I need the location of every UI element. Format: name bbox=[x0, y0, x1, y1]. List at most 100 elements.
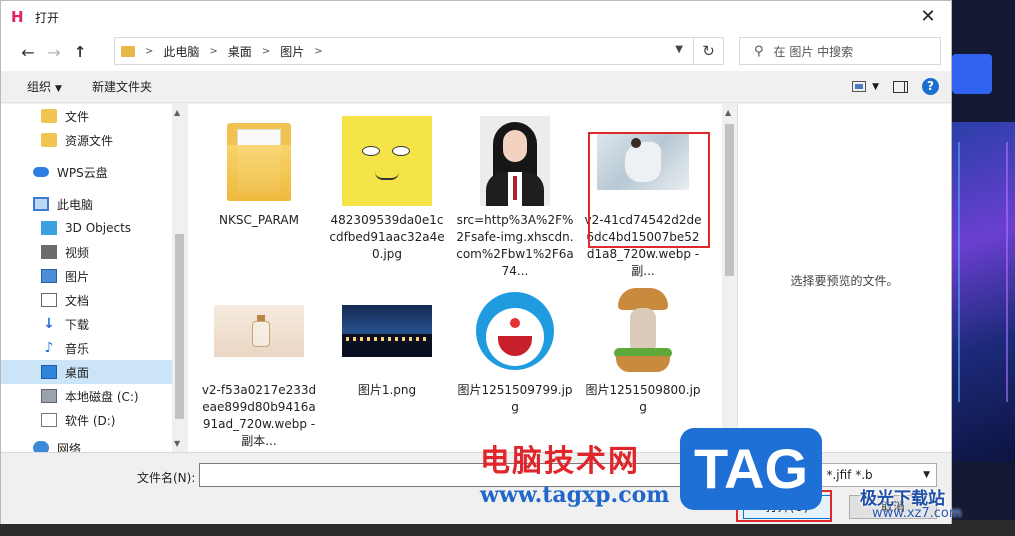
image-thumbnail bbox=[480, 116, 550, 206]
desktop-icon bbox=[41, 365, 57, 379]
scroll-up-icon[interactable]: ▲ bbox=[174, 108, 180, 117]
sidebar-item-label: 桌面 bbox=[65, 365, 90, 380]
image-thumbnail bbox=[342, 116, 432, 206]
sidebar-item-pictures[interactable]: 图片 bbox=[1, 264, 187, 288]
forward-arrow-icon[interactable]: → bbox=[41, 43, 67, 62]
sidebar-item-network[interactable]: 网络 bbox=[1, 436, 187, 452]
sidebar-item-downloads[interactable]: ↓ 下载 bbox=[1, 312, 187, 336]
file-name: 482309539da0e1ccdfbed91aac32a4e0.jpg bbox=[329, 213, 445, 261]
preview-pane: 选择要预览的文件。 bbox=[737, 104, 951, 452]
sidebar-item-documents[interactable]: 文档 bbox=[1, 288, 187, 312]
sidebar-item-videos[interactable]: 视频 bbox=[1, 240, 187, 264]
file-name: v2-f53a0217e233deae899d80b9416a91ad_720w… bbox=[201, 383, 317, 448]
file-list: NKSC_PARAM 482309539da0e1ccdfbed91aac32a… bbox=[188, 104, 722, 452]
watermark-logo: TAG bbox=[680, 428, 822, 510]
document-icon bbox=[41, 293, 57, 307]
breadcrumb-desktop[interactable]: 桌面 bbox=[228, 43, 252, 60]
chevron-down-icon[interactable]: ▼ bbox=[675, 44, 683, 55]
back-arrow-icon[interactable]: ← bbox=[15, 43, 41, 62]
image-thumbnail bbox=[342, 305, 432, 357]
watermark-text: 电脑技术网 bbox=[480, 444, 640, 479]
folder-icon bbox=[41, 109, 57, 123]
scroll-up-icon[interactable]: ▲ bbox=[725, 108, 731, 117]
watermark-url: www.tagxp.com bbox=[480, 482, 670, 508]
file-item[interactable]: 482309539da0e1ccdfbed91aac32a4e0.jpg bbox=[328, 116, 446, 263]
caret-down-icon[interactable]: ▼ bbox=[872, 82, 879, 92]
sidebar-item-label: 下载 bbox=[65, 317, 90, 332]
background-app-button bbox=[952, 54, 992, 94]
search-placeholder: 在 图片 中搜索 bbox=[773, 44, 854, 59]
scrollbar-thumb[interactable] bbox=[175, 234, 184, 419]
refresh-icon[interactable]: ↻ bbox=[694, 37, 724, 65]
app-logo-icon: H bbox=[11, 8, 24, 26]
chevron-right-icon: > bbox=[261, 45, 271, 57]
organize-button[interactable]: 组织 ▼ bbox=[27, 78, 62, 95]
chevron-right-icon: > bbox=[209, 45, 218, 57]
command-toolbar: 组织 ▼ 新建文件夹 ▼ ? bbox=[1, 71, 951, 103]
sidebar-item-desktop[interactable]: 桌面 bbox=[1, 360, 187, 384]
sidebar-item-label: 软件 (D:) bbox=[65, 413, 116, 428]
scroll-down-icon[interactable]: ▼ bbox=[174, 439, 180, 448]
sidebar-item-label: 文档 bbox=[65, 293, 90, 308]
organize-label: 组织 bbox=[27, 80, 52, 94]
chevron-right-icon: > bbox=[314, 45, 323, 57]
sidebar-item-label: 文件 bbox=[65, 109, 90, 124]
background-artwork bbox=[952, 122, 1015, 462]
sidebar-item-resources[interactable]: 资源文件 bbox=[1, 128, 187, 152]
caret-down-icon: ▼ bbox=[55, 84, 62, 94]
computer-icon bbox=[33, 197, 49, 211]
dialog-title: 打开 bbox=[35, 10, 60, 25]
sidebar-item-drive-c[interactable]: 本地磁盘 (C:) bbox=[1, 384, 187, 408]
highlight-box bbox=[588, 132, 710, 248]
view-mode-icon[interactable] bbox=[852, 81, 867, 92]
file-item[interactable]: 图片1251509800.jpg bbox=[584, 286, 702, 416]
download-icon: ↓ bbox=[43, 316, 55, 332]
image-thumbnail bbox=[598, 286, 688, 376]
video-icon bbox=[41, 245, 57, 259]
new-folder-button[interactable]: 新建文件夹 bbox=[92, 78, 152, 95]
breadcrumb-this-pc[interactable]: 此电脑 bbox=[163, 43, 199, 60]
preview-pane-icon[interactable] bbox=[893, 80, 908, 93]
navigation-bar: ← → ↑ > 此电脑 > 桌面 > 图片 > ▼ ↻ ⚲ 在 图片 中搜索 bbox=[1, 33, 951, 71]
file-name: 图片1251509800.jpg bbox=[585, 383, 701, 414]
folder-icon bbox=[41, 133, 57, 147]
folder-icon bbox=[121, 45, 135, 57]
sidebar-item-drive-d[interactable]: 软件 (D:) bbox=[1, 408, 187, 432]
image-thumbnail bbox=[470, 286, 560, 376]
sidebar-item-wps-cloud[interactable]: WPS云盘 bbox=[1, 160, 187, 184]
sidebar-item-label: WPS云盘 bbox=[57, 165, 108, 180]
close-icon[interactable]: ✕ bbox=[913, 5, 943, 29]
breadcrumb-pictures[interactable]: 图片 bbox=[280, 43, 304, 60]
scrollbar-thumb[interactable] bbox=[725, 124, 734, 276]
picture-icon bbox=[41, 269, 57, 283]
file-name: 图片1.png bbox=[357, 383, 417, 397]
sidebar-item-label: 此电脑 bbox=[57, 197, 94, 212]
sidebar-item-label: 本地磁盘 (C:) bbox=[65, 389, 139, 404]
file-item[interactable]: NKSC_PARAM bbox=[200, 116, 318, 229]
sidebar-item-label: 图片 bbox=[65, 269, 90, 284]
cloud-icon bbox=[33, 167, 49, 177]
music-icon: ♪ bbox=[44, 340, 54, 356]
file-item[interactable]: 图片1.png bbox=[328, 286, 446, 399]
file-item[interactable]: v2-f53a0217e233deae899d80b9416a91ad_720w… bbox=[200, 286, 318, 450]
file-item[interactable]: src=http%3A%2F%2Fsafe-img.xhscdn.com%2Fb… bbox=[456, 116, 574, 280]
file-item[interactable]: 图片1251509799.jpg bbox=[456, 286, 574, 416]
sidebar-item-label: 3D Objects bbox=[65, 221, 132, 235]
sidebar-item-label: 视频 bbox=[65, 245, 90, 260]
sidebar-item-music[interactable]: ♪ 音乐 bbox=[1, 336, 187, 360]
sidebar-item-3d-objects[interactable]: 3D Objects bbox=[1, 216, 187, 240]
up-arrow-icon[interactable]: ↑ bbox=[67, 43, 93, 61]
chevron-right-icon: > bbox=[145, 45, 154, 57]
sidebar-item-this-pc[interactable]: 此电脑 bbox=[1, 192, 187, 216]
navigation-pane: 文件 资源文件 WPS云盘 此电脑 3D Objects 视频 图片 文档 ↓ 下… bbox=[1, 104, 187, 452]
chevron-down-icon: ▼ bbox=[923, 470, 930, 480]
file-list-scrollbar[interactable]: ▲ bbox=[722, 104, 737, 452]
navigation-scrollbar[interactable]: ▲ ▼ bbox=[172, 104, 187, 452]
cube-icon bbox=[41, 221, 57, 235]
help-icon[interactable]: ? bbox=[922, 78, 939, 95]
sidebar-item-label: 资源文件 bbox=[65, 133, 114, 148]
sidebar-item-files[interactable]: 文件 bbox=[1, 104, 187, 128]
drive-icon bbox=[41, 413, 57, 427]
search-box[interactable]: ⚲ 在 图片 中搜索 bbox=[739, 37, 941, 65]
address-bar[interactable]: > 此电脑 > 桌面 > 图片 > ▼ bbox=[114, 37, 694, 65]
